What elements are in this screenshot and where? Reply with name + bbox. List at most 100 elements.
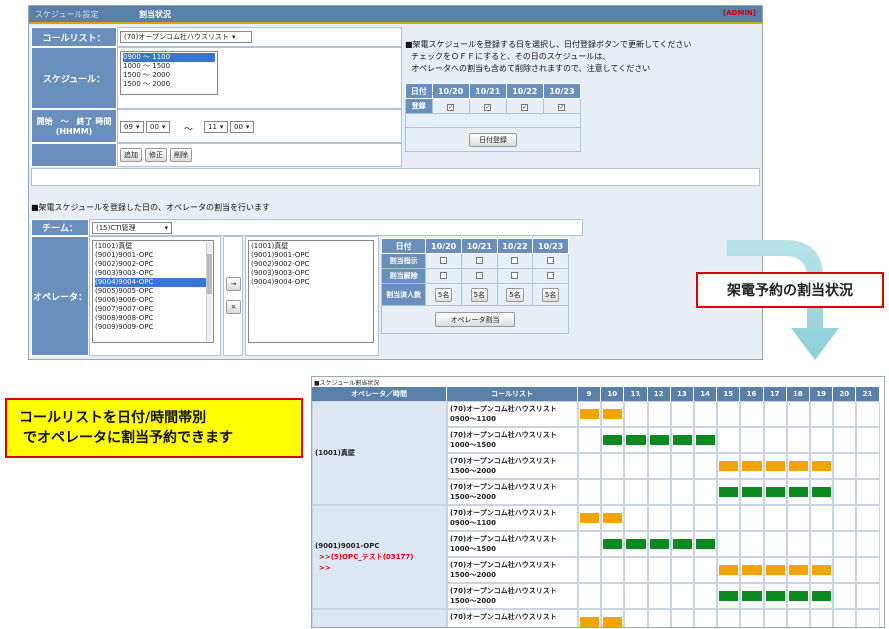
register-checkbox[interactable]: ✓	[521, 103, 529, 111]
operator-assigned-list[interactable]: (1001)真壁 (9001)9001-OPC (9002)9002-OPC (…	[248, 240, 374, 343]
operator-option[interactable]: (9002)9002-OPC	[95, 260, 211, 269]
column-header-hour: 10	[601, 387, 625, 401]
end-hour-select[interactable]: 11 ▾	[204, 121, 228, 133]
schedule-bar[interactable]	[719, 565, 739, 575]
delete-button[interactable]: 削除	[170, 148, 192, 162]
operator-label: オペレータ：	[31, 236, 89, 356]
schedule-bar[interactable]	[742, 591, 762, 601]
schedule-bar[interactable]	[603, 539, 623, 549]
assign-checkbox[interactable]	[475, 256, 483, 264]
schedule-bar[interactable]	[580, 409, 600, 419]
schedule-bar[interactable]	[719, 461, 739, 471]
schedule-bar[interactable]	[649, 435, 669, 445]
operator-assign-button[interactable]: オペレータ割当	[435, 312, 515, 327]
date-register-button[interactable]: 日付登録	[469, 132, 517, 147]
assign-checkbox[interactable]	[440, 256, 448, 264]
schedule-bar[interactable]	[812, 565, 832, 575]
schedule-bar[interactable]	[580, 513, 600, 523]
schedule-bar[interactable]	[649, 539, 669, 549]
start-minute-select[interactable]: 00 ▾	[146, 121, 170, 133]
schedule-bar[interactable]	[672, 539, 692, 549]
operator-option[interactable]: (9002)9002-OPC	[251, 260, 371, 269]
schedule-bar[interactable]	[603, 435, 623, 445]
schedule-bar[interactable]	[719, 487, 739, 497]
unassign-checkbox[interactable]	[475, 271, 483, 279]
operator-option[interactable]: (9004)9004-OPC	[95, 278, 211, 287]
start-minute-value: 00	[150, 123, 159, 131]
operator-option[interactable]: (1001)真壁	[251, 242, 371, 251]
add-button[interactable]: 追加	[120, 148, 142, 162]
schedule-bar[interactable]	[742, 487, 762, 497]
assigned-count-button[interactable]: 5名	[506, 287, 524, 302]
assigned-count-button[interactable]: 5名	[470, 287, 489, 302]
schedule-option[interactable]: 1500 ～ 2000	[123, 80, 215, 89]
schedule-bar[interactable]	[788, 565, 808, 575]
operator-option[interactable]: (9003)9003-OPC	[95, 269, 211, 278]
assign-checkbox[interactable]	[547, 256, 555, 264]
operator-option[interactable]: (9007)9007-OPC	[95, 305, 211, 314]
operator-available-list[interactable]: (1001)真壁 (9001)9001-OPC (9002)9002-OPC (…	[92, 240, 214, 343]
scrollbar-thumb[interactable]	[207, 254, 212, 294]
end-minute-select[interactable]: 00 ▾	[230, 121, 254, 133]
unassign-checkbox[interactable]	[511, 271, 519, 279]
register-checkbox[interactable]: ✓	[447, 103, 455, 111]
calllist-select[interactable]: (70)オープンコム社ハウスリスト ▾	[120, 31, 252, 43]
assign-checkbox[interactable]	[511, 256, 519, 264]
register-checkbox[interactable]: ✓	[558, 103, 566, 111]
schedule-bar[interactable]	[742, 565, 762, 575]
unassign-checkbox[interactable]	[440, 271, 448, 279]
schedule-bar[interactable]	[765, 487, 785, 497]
schedule-bar[interactable]	[719, 591, 739, 601]
schedule-bar[interactable]	[812, 591, 832, 601]
schedule-bar[interactable]	[765, 565, 785, 575]
edit-button[interactable]: 修正	[145, 148, 167, 162]
schedule-bar[interactable]	[696, 435, 716, 445]
schedule-bar[interactable]	[603, 409, 623, 419]
add-operator-button[interactable]: →	[226, 277, 241, 291]
schedule-bar[interactable]	[788, 591, 808, 601]
schedule-bar[interactable]	[765, 461, 785, 471]
schedule-bar[interactable]	[696, 539, 716, 549]
operator-option[interactable]: (9008)9008-OPC	[95, 314, 211, 323]
schedule-bar[interactable]	[788, 461, 808, 471]
hour-cell	[624, 401, 648, 427]
operator-option[interactable]: (9001)9001-OPC	[95, 251, 211, 260]
assigned-count-button[interactable]: 5名	[434, 287, 453, 302]
operator-sub-link[interactable]: >>	[315, 564, 444, 572]
schedule-bar[interactable]	[765, 591, 785, 601]
tab-schedule-settings[interactable]: スケジュール設定	[35, 9, 98, 20]
schedule-bar[interactable]	[603, 513, 623, 523]
start-hour-select[interactable]: 09 ▾	[120, 121, 144, 133]
operator-option[interactable]: (9003)9003-OPC	[251, 269, 371, 278]
schedule-bar[interactable]	[626, 539, 646, 549]
schedule-option[interactable]: 1000 ～ 1500	[123, 62, 215, 71]
schedule-bar[interactable]	[788, 487, 808, 497]
schedule-bar[interactable]	[626, 435, 646, 445]
schedule-bar[interactable]	[812, 487, 832, 497]
hour-cell	[694, 401, 718, 427]
schedule-bar[interactable]	[812, 461, 832, 471]
schedule-option[interactable]: 0900 ～ 1100	[123, 53, 215, 62]
team-select[interactable]: (15)CTI管理 ▾	[92, 222, 172, 234]
operator-option[interactable]: (9001)9001-OPC	[251, 251, 371, 260]
hour-cell	[810, 609, 834, 627]
team-value: (15)CTI管理	[96, 224, 136, 232]
assigned-count-button[interactable]: 5名	[541, 287, 560, 302]
list-scrollbar[interactable]	[206, 242, 212, 341]
operator-option[interactable]: (9005)9005-OPC	[95, 287, 211, 296]
register-checkbox[interactable]: ✓	[484, 103, 492, 111]
remove-operator-button[interactable]: ×	[226, 300, 241, 314]
schedule-bar[interactable]	[672, 435, 692, 445]
schedule-option[interactable]: 1500 ～ 2000	[123, 71, 215, 80]
operator-option[interactable]: (9006)9006-OPC	[95, 296, 211, 305]
schedule-listbox[interactable]: 0900 ～ 1100 1000 ～ 1500 1500 ～ 2000 1500…	[120, 51, 218, 95]
operator-option[interactable]: (1001)真壁	[95, 242, 211, 251]
calllist-cell: (70)オープンコム社ハウスリスト 1500～2000	[447, 583, 578, 609]
schedule-bar[interactable]	[580, 617, 600, 627]
operator-sub-link[interactable]: >>(5)OPC_テスト(03177)	[315, 552, 444, 562]
operator-option[interactable]: (9004)9004-OPC	[251, 278, 371, 287]
schedule-bar[interactable]	[742, 461, 762, 471]
unassign-checkbox[interactable]	[547, 271, 555, 279]
schedule-bar[interactable]	[603, 617, 623, 627]
operator-option[interactable]: (9009)9009-OPC	[95, 323, 211, 332]
